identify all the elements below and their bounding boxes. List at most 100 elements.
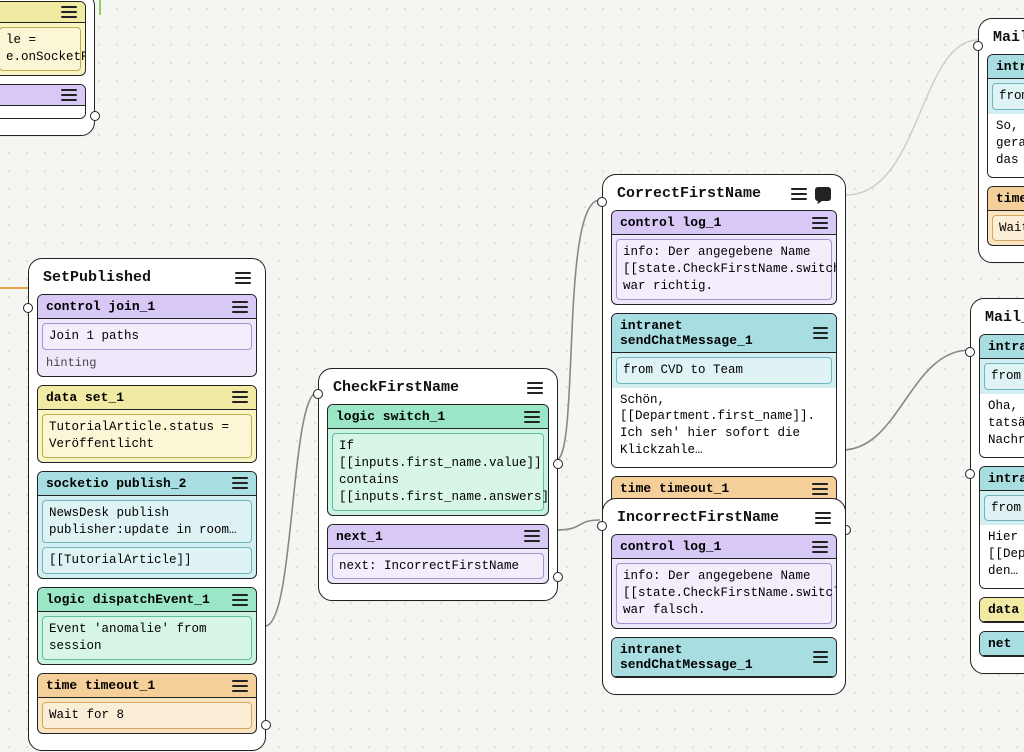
hamburger-icon [61,6,77,18]
slot-socket-publish[interactable]: socketio publish_2 NewsDesk publish publ… [37,471,257,580]
slot-label: intranet [988,471,1024,486]
slot-sub-value: [[TutorialArticle]] [42,547,252,574]
hamburger-icon[interactable] [232,477,248,489]
input-port[interactable] [23,303,33,313]
hamburger-icon[interactable] [815,512,831,524]
slot-value: So, w gerad das m [988,114,1024,177]
hamburger-icon[interactable] [812,217,828,229]
hamburger-icon[interactable] [524,411,540,423]
slot-label: time ti [996,191,1024,206]
hamburger-icon[interactable] [232,391,248,403]
slot-label: control log_1 [620,539,721,554]
node-check-first-name[interactable]: CheckFirstName logic switch_1 If [[input… [318,368,558,601]
input-port[interactable] [965,347,975,357]
hamburger-icon [61,89,77,101]
slot-time-timeout[interactable]: time ti Wait [987,186,1024,247]
node-truncated-top[interactable]: le = e.onSocketRe [0,0,95,136]
slot-label: intranet [988,339,1024,354]
node-title: CheckFirstName [333,379,527,396]
slot-intranet[interactable]: intrane from So, w gerad das m [987,54,1024,178]
node-title: SetPublished [43,269,235,286]
slot-label: net [988,636,1011,651]
slot-label: control join_1 [46,299,155,314]
input-port-2[interactable] [965,469,975,479]
slot-label: intranet sendChatMessage_1 [620,318,813,348]
node-title: Mail_An [985,309,1024,326]
slot-value: NewsDesk publish publisher:update in roo… [42,500,252,544]
slot-intranet-2[interactable]: intranet from C Hier i [[Depa den… [979,466,1024,590]
hamburger-icon[interactable] [524,530,540,542]
hamburger-icon[interactable] [235,272,251,284]
slot-intranet-send-chat[interactable]: intranet sendChatMessage_1 from CVD to T… [611,313,837,468]
slot-control-join[interactable]: control join_1 Join 1 paths hinting [37,294,257,377]
slot-label: control log_1 [620,215,721,230]
slot-value: Join 1 paths [42,323,252,350]
output-port-next[interactable] [553,572,563,582]
slot-logic-dispatch[interactable]: logic dispatchEvent_1 Event 'anomalie' f… [37,587,257,665]
hamburger-icon[interactable] [232,594,248,606]
node-title: Mail_An [993,29,1024,46]
slot-next[interactable]: next_1 next: IncorrectFirstName [327,524,549,585]
slot-data-set[interactable]: data set [979,597,1024,623]
slot-label: next_1 [336,529,383,544]
slot-value: Event 'anomalie' from session [42,616,252,660]
node-set-published[interactable]: SetPublished control join_1 Join 1 paths… [28,258,266,751]
slot-net[interactable]: net [979,631,1024,657]
input-port[interactable] [313,389,323,399]
slot-sub: hinting [38,354,256,376]
slot-value: Wait [992,215,1024,242]
slot-value: If [[inputs.first_name.value]] contains … [332,433,544,511]
slot-sub-value: from C [984,363,1024,390]
input-port[interactable] [597,521,607,531]
slot-label: logic dispatchEvent_1 [46,592,210,607]
slot-label: data set [988,602,1024,617]
slot-value: Wait for 8 [42,702,252,729]
node-mail-a2[interactable]: Mail_An intranet from C Oha, e tatsäc Na… [970,298,1024,674]
slot-label: logic switch_1 [336,409,445,424]
hamburger-icon[interactable] [791,188,807,200]
slot-data-fragment[interactable]: le = e.onSocketRe [0,1,86,76]
hamburger-icon[interactable] [527,382,543,394]
output-port[interactable] [90,111,100,121]
hamburger-icon[interactable] [812,483,828,495]
slot-logic-switch[interactable]: logic switch_1 If [[inputs.first_name.va… [327,404,549,516]
node-mail-a1[interactable]: Mail_An intrane from So, w gerad das m t… [978,18,1024,263]
slot-label: intrane [996,59,1024,74]
output-port[interactable] [261,720,271,730]
slot-lilac-fragment[interactable] [0,84,86,119]
slot-sub-value: from C [984,495,1024,522]
slot-value: next: IncorrectFirstName [332,553,544,580]
input-port[interactable] [973,41,983,51]
slot-time-timeout[interactable]: time timeout_1 Wait for 8 [37,673,257,734]
slot-label: time timeout_1 [620,481,729,496]
slot-sub-value: from [992,83,1024,110]
node-incorrect-first-name[interactable]: IncorrectFirstName control log_1 info: D… [602,498,846,695]
slot-label: time timeout_1 [46,678,155,693]
hamburger-icon[interactable] [232,680,248,692]
speech-icon[interactable] [815,187,831,201]
node-correct-first-name[interactable]: CorrectFirstName control log_1 info: Der… [602,174,846,554]
slot-data-set[interactable]: data set_1 TutorialArticle.status = Verö… [37,385,257,463]
slot-intranet-1[interactable]: intranet from C Oha, e tatsäc Nachri [979,334,1024,458]
hamburger-icon[interactable] [232,301,248,313]
slot-label: socketio publish_2 [46,476,186,491]
slot-value: info: Der angegebene Name [[state.CheckF… [616,563,832,624]
hamburger-icon[interactable] [813,327,828,339]
slot-value: Oha, e tatsäc Nachri [980,394,1024,457]
slot-label: intranet sendChatMessage_1 [620,642,813,672]
slot-value: Schön, [[Department.first_name]]. Ich se… [612,388,836,468]
fragment-line2: e.onSocketRe [6,49,74,66]
slot-value: Hier i [[Depa den… [980,525,1024,588]
slot-control-log[interactable]: control log_1 info: Der angegebene Name … [611,210,837,305]
slot-control-log[interactable]: control log_1 info: Der angegebene Name … [611,534,837,629]
slot-value: TutorialArticle.status = Veröffentlicht [42,414,252,458]
node-title: CorrectFirstName [617,185,791,202]
hamburger-icon[interactable] [812,541,828,553]
output-port-true[interactable] [553,459,563,469]
slot-label: data set_1 [46,390,124,405]
input-port[interactable] [597,197,607,207]
slot-intranet-send-chat[interactable]: intranet sendChatMessage_1 [611,637,837,678]
fragment-line1: le = [6,32,74,49]
hamburger-icon[interactable] [813,651,828,663]
node-title: IncorrectFirstName [617,509,815,526]
